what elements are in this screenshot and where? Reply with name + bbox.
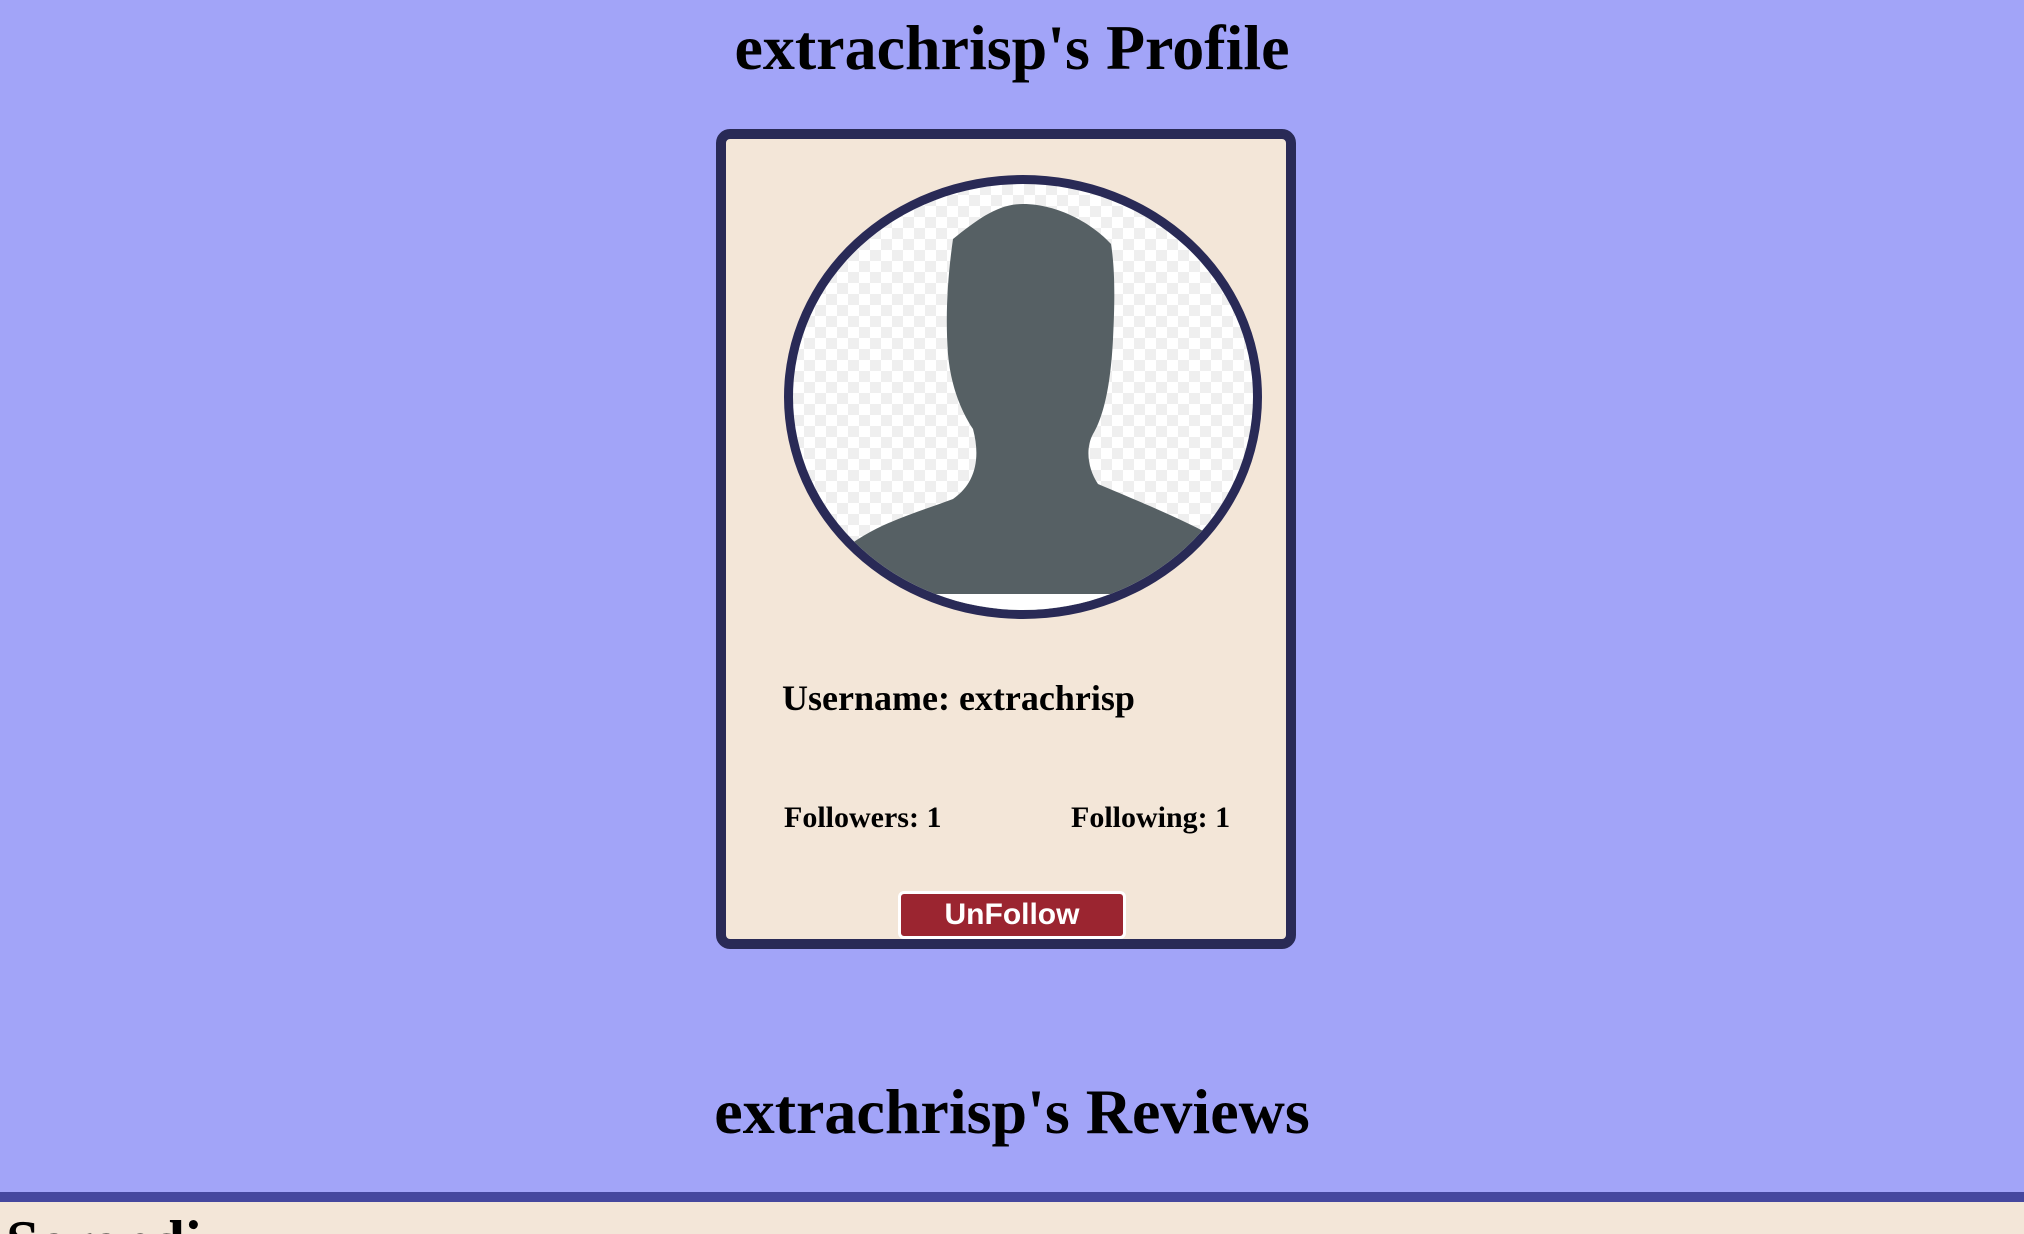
avatar — [784, 175, 1262, 619]
page-title: extrachrisp's Profile — [734, 12, 1290, 83]
followers-count[interactable]: Followers: 1 — [784, 801, 941, 835]
reviews-title: extrachrisp's Reviews — [714, 1076, 1310, 1147]
reviews-divider — [0, 1192, 2024, 1202]
following-count[interactable]: Following: 1 — [1071, 801, 1230, 835]
unfollow-button[interactable]: UnFollow — [898, 891, 1126, 939]
review-heading[interactable]: Serendi — [6, 1212, 202, 1234]
profile-card: Username: extrachrisp Followers: 1 Follo… — [716, 129, 1296, 949]
reviews-panel: Serendi — [0, 1202, 2024, 1234]
user-silhouette-icon — [793, 204, 1253, 610]
username-label: Username: extrachrisp — [782, 678, 1135, 718]
